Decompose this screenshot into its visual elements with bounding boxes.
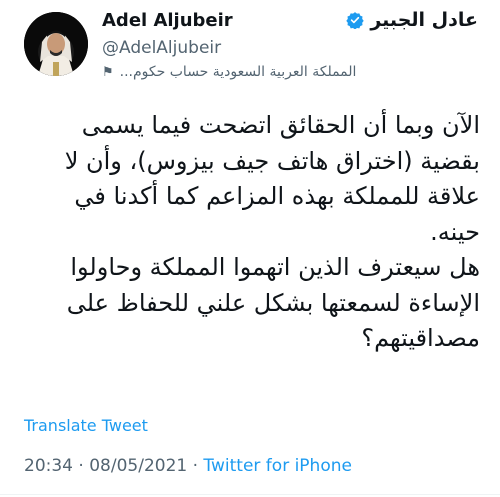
avatar[interactable] (24, 12, 88, 76)
tweet-line: هل سيعترف الذين اتهموا المملكة وحاولوا (70, 253, 480, 281)
tweet-line: بقضية (اختراق هاتف جيف بيزوس)، وأن لا (64, 146, 480, 175)
government-account-label[interactable]: ⚑ المملكة العربية السعودية حساب حكوم... (102, 64, 478, 80)
tweet-text: الآن وبما أن الحقائق اتضحت فيما يسمى بقض… (22, 108, 480, 357)
display-name-ar: عادل الجبير (370, 9, 478, 31)
tweet-line: مصداقيتهم؟ (361, 324, 480, 352)
tweet-source-link[interactable]: Twitter for iPhone (203, 456, 352, 476)
divider (0, 494, 500, 495)
tweet-metadata: 20:34 · 08/05/2021 · Twitter for iPhone (24, 456, 352, 476)
account-label-text: المملكة العربية السعودية حساب حكوم... (119, 64, 357, 80)
tweet-line: حينه. (430, 217, 480, 246)
flag-icon: ⚑ (102, 64, 114, 80)
display-name-arabic-group[interactable]: عادل الجبير (346, 9, 478, 31)
tweet-time[interactable]: 20:34 (24, 456, 73, 476)
meta-separator: · (192, 456, 199, 476)
tweet-line: علاقة للمملكة بهذه المزاعم كما أكدنا في (74, 182, 480, 210)
display-name-english[interactable]: Adel Aljubeir (102, 10, 233, 31)
tweet-line: الآن وبما أن الحقائق اتضحت فيما يسمى (81, 111, 480, 139)
user-handle[interactable]: @AdelAljubeir (102, 38, 221, 58)
tweet-line: الإساءة لسمعتها بشكل علني للحفاظ على (66, 288, 480, 317)
verified-badge-icon (346, 11, 365, 30)
translate-tweet-link[interactable]: Translate Tweet (24, 416, 148, 435)
tweet-date[interactable]: 08/05/2021 (89, 456, 187, 476)
meta-separator: · (78, 456, 84, 476)
